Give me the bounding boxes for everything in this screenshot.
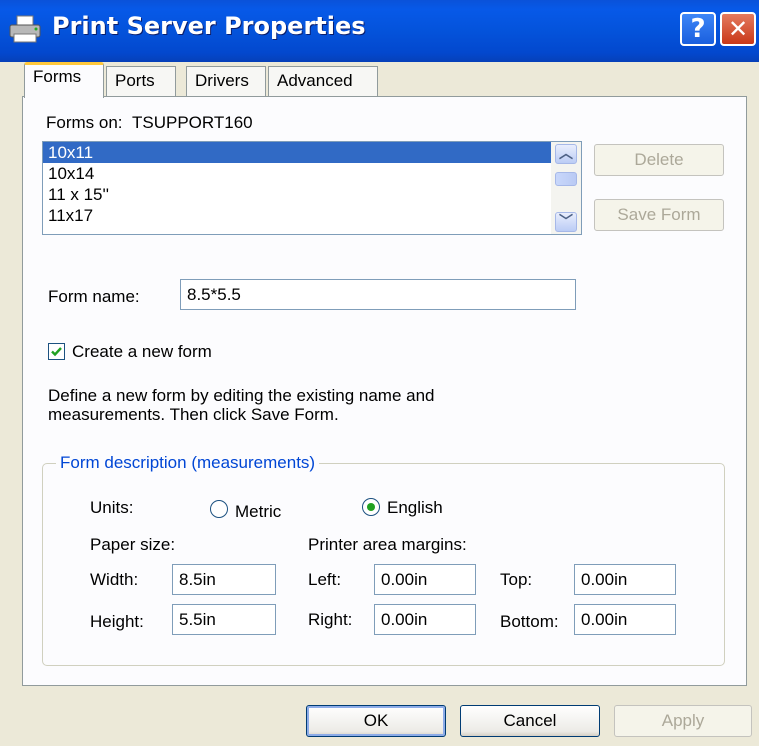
ok-button[interactable]: OK [306, 705, 446, 737]
forms-listbox[interactable]: 10x11 10x14 11 x 15'' 11x17 ︿ ﹀ [42, 141, 582, 235]
apply-button[interactable]: Apply [614, 705, 752, 737]
save-form-button[interactable]: Save Form [594, 199, 724, 231]
height-input[interactable]: 5.5in [172, 604, 276, 635]
metric-label: Metric [235, 502, 282, 521]
english-label: English [387, 498, 443, 517]
cancel-button[interactable]: Cancel [460, 705, 600, 737]
form-name-input[interactable]: 8.5*5.5 [180, 279, 576, 310]
title-bar: Print Server Properties ? ✕ [0, 0, 759, 62]
height-label: Height: [90, 612, 144, 631]
paper-size-label: Paper size: [90, 535, 176, 554]
delete-button[interactable]: Delete [594, 144, 724, 176]
list-item[interactable]: 10x14 [43, 163, 581, 184]
window-title: Print Server Properties [52, 12, 366, 40]
metric-radio[interactable] [210, 500, 228, 518]
left-margin-input[interactable]: 0.00in [374, 564, 476, 595]
width-label: Width: [90, 570, 139, 589]
english-radio[interactable] [362, 498, 380, 516]
list-item[interactable]: 10x11 [43, 142, 581, 163]
help-button[interactable]: ? [680, 12, 716, 46]
close-button[interactable]: ✕ [720, 12, 756, 46]
tab-drivers[interactable]: Drivers [186, 66, 266, 96]
list-item[interactable]: 11x17 [43, 205, 581, 226]
measurements-group-title: Form description (measurements) [56, 453, 320, 473]
checkmark-icon [51, 347, 62, 357]
bottom-margin-label: Bottom: [500, 612, 559, 631]
tab-ports[interactable]: Ports [106, 66, 176, 96]
scroll-up-icon[interactable]: ︿ [555, 144, 577, 164]
left-margin-label: Left: [308, 570, 342, 589]
tab-advanced[interactable]: Advanced [268, 66, 378, 96]
server-name: TSUPPORT160 [131, 113, 253, 132]
scroll-thumb[interactable] [555, 172, 577, 186]
right-margin-input[interactable]: 0.00in [374, 604, 476, 635]
printer-icon [9, 15, 41, 43]
radio-selected-dot [367, 503, 375, 511]
form-name-label: Form name: [48, 287, 140, 306]
scroll-down-icon[interactable]: ﹀ [555, 212, 577, 232]
create-new-form-checkbox[interactable] [48, 343, 65, 360]
top-margin-input[interactable]: 0.00in [574, 564, 676, 595]
tab-forms[interactable]: Forms [24, 62, 104, 98]
description-line-2: measurements. Then click Save Form. [48, 405, 339, 424]
create-new-form-label: Create a new form [72, 342, 212, 361]
right-margin-label: Right: [308, 610, 353, 629]
list-item[interactable]: 11 x 15'' [43, 184, 581, 205]
description-line-1: Define a new form by editing the existin… [48, 386, 435, 405]
units-label: Units: [90, 498, 134, 517]
bottom-margin-input[interactable]: 0.00in [574, 604, 676, 635]
list-scrollbar[interactable]: ︿ ﹀ [551, 142, 581, 234]
forms-on-label: Forms on: TSUPPORT160 [46, 113, 253, 132]
top-margin-label: Top: [500, 570, 533, 589]
printer-margins-label: Printer area margins: [308, 535, 467, 554]
width-input[interactable]: 8.5in [172, 564, 276, 595]
